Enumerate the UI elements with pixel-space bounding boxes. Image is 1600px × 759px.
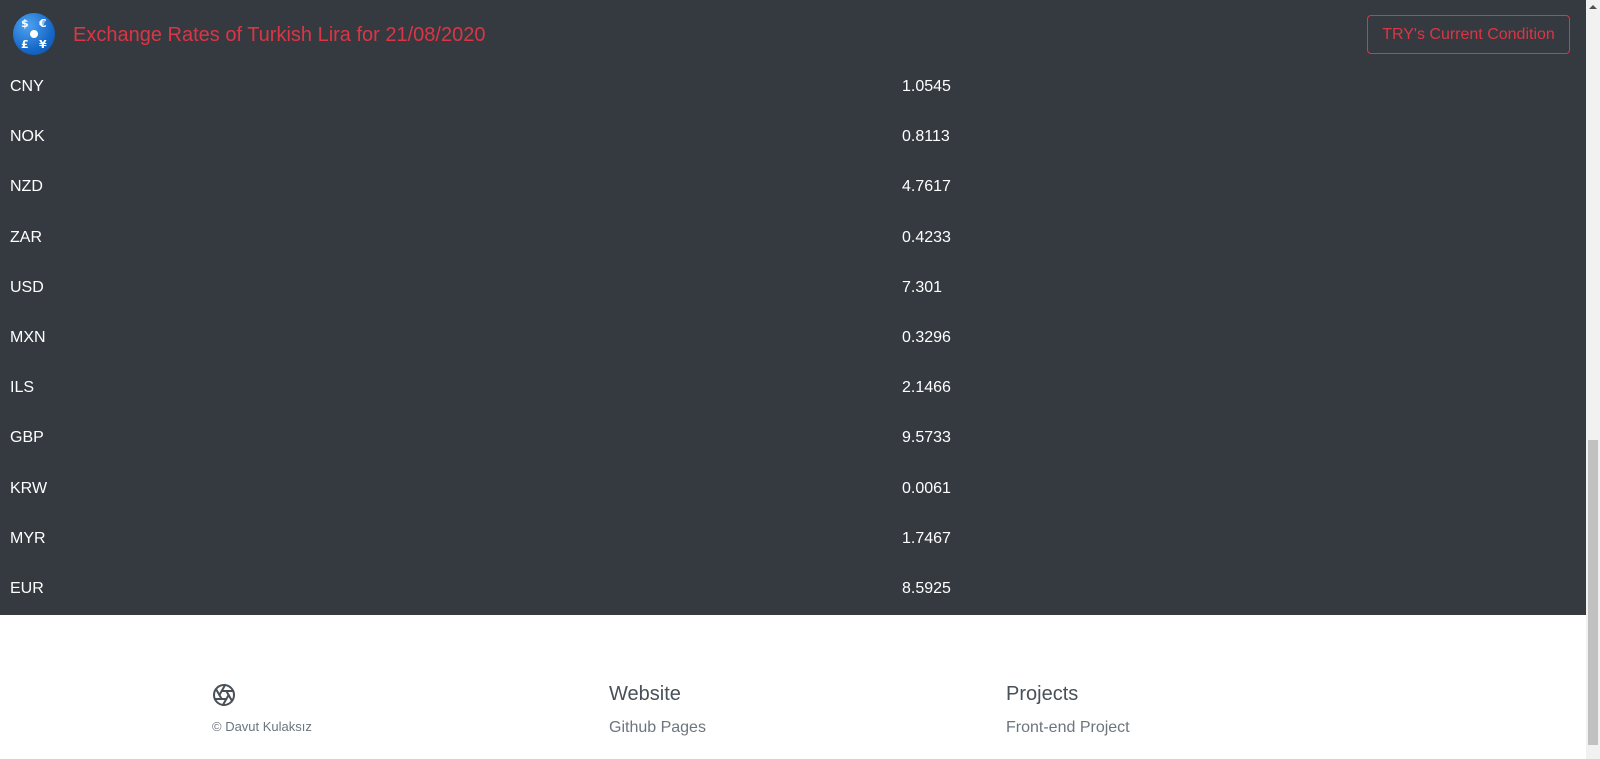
aperture-icon bbox=[213, 684, 235, 706]
currency-code: ZAR bbox=[10, 228, 42, 246]
euro-symbol: € bbox=[39, 17, 47, 30]
rate-row: EUR 8.5925 bbox=[0, 565, 1586, 615]
website-heading: Website bbox=[609, 683, 681, 705]
currency-coin-icon[interactable]: $ € £ ¥ bbox=[13, 13, 55, 55]
currency-code: EUR bbox=[10, 579, 44, 597]
scrollbar-thumb[interactable] bbox=[1588, 440, 1598, 745]
currency-code: MYR bbox=[10, 529, 46, 547]
rates-list: CNY 1.0545 NOK 0.8113 NZD 4.7617 ZAR 0.4233 USD 7… bbox=[0, 63, 1586, 615]
currency-code: USD bbox=[10, 278, 44, 296]
vertical-scrollbar[interactable] bbox=[1586, 0, 1600, 759]
exchange-rate-value: 0.3296 bbox=[902, 328, 951, 346]
navbar: $ € £ ¥ Exchange Rates of Turkish Lira f… bbox=[0, 0, 1586, 70]
exchange-rate-value: 1.7467 bbox=[902, 529, 951, 547]
rates-section: $ € £ ¥ Exchange Rates of Turkish Lira f… bbox=[0, 0, 1586, 615]
exchange-rate-value: 8.5925 bbox=[902, 579, 951, 597]
rate-row: USD 7.301 bbox=[0, 264, 1586, 314]
pound-symbol: £ bbox=[21, 38, 29, 51]
page-title: Exchange Rates of Turkish Lira for 21/08… bbox=[73, 24, 486, 46]
exchange-rate-value: 0.8113 bbox=[902, 128, 950, 146]
rate-row: ILS 2.1466 bbox=[0, 364, 1586, 414]
currency-code: KRW bbox=[10, 479, 48, 497]
dollar-symbol: $ bbox=[21, 17, 29, 30]
front-end-project-link[interactable]: Front-end Project bbox=[1006, 719, 1130, 737]
yen-symbol: ¥ bbox=[39, 38, 47, 51]
projects-heading: Projects bbox=[1006, 683, 1079, 705]
scroll-up-arrow-icon[interactable] bbox=[1586, 0, 1600, 14]
exchange-rate-value: 9.5733 bbox=[902, 429, 951, 447]
footer: © Davut Kulaksız Website Github Pages Pr… bbox=[0, 615, 1586, 759]
currency-code: GBP bbox=[10, 429, 44, 447]
exchange-rate-value: 0.0061 bbox=[902, 479, 951, 497]
try-current-condition-button[interactable]: TRY's Current Condition bbox=[1367, 15, 1570, 54]
currency-code: NOK bbox=[10, 128, 45, 146]
exchange-rate-value: 1.0545 bbox=[902, 78, 951, 95]
exchange-rate-value: 4.7617 bbox=[902, 178, 951, 196]
logo-center-dot bbox=[30, 30, 38, 38]
exchange-rate-value: 2.1466 bbox=[902, 379, 951, 397]
currency-code: NZD bbox=[10, 178, 43, 196]
rate-row: GBP 9.5733 bbox=[0, 414, 1586, 464]
exchange-rate-value: 7.301 bbox=[902, 278, 943, 296]
exchange-rate-value: 0.4233 bbox=[902, 228, 951, 246]
rate-row: NOK 0.8113 bbox=[0, 113, 1586, 163]
rate-row: NZD 4.7617 bbox=[0, 163, 1586, 213]
copyright-text: © Davut Kulaksız bbox=[212, 719, 312, 734]
rate-row: MXN 0.3296 bbox=[0, 314, 1586, 364]
currency-code: ILS bbox=[10, 379, 35, 397]
rate-row: KRW 0.0061 bbox=[0, 465, 1586, 515]
rate-row: ZAR 0.4233 bbox=[0, 214, 1586, 264]
rate-row: MYR 1.7467 bbox=[0, 515, 1586, 565]
github-pages-link[interactable]: Github Pages bbox=[609, 719, 706, 737]
rate-row: CNY 1.0545 bbox=[0, 63, 1586, 113]
currency-code: MXN bbox=[10, 328, 46, 346]
page: $ € £ ¥ Exchange Rates of Turkish Lira f… bbox=[0, 0, 1586, 759]
currency-code: CNY bbox=[10, 78, 44, 95]
